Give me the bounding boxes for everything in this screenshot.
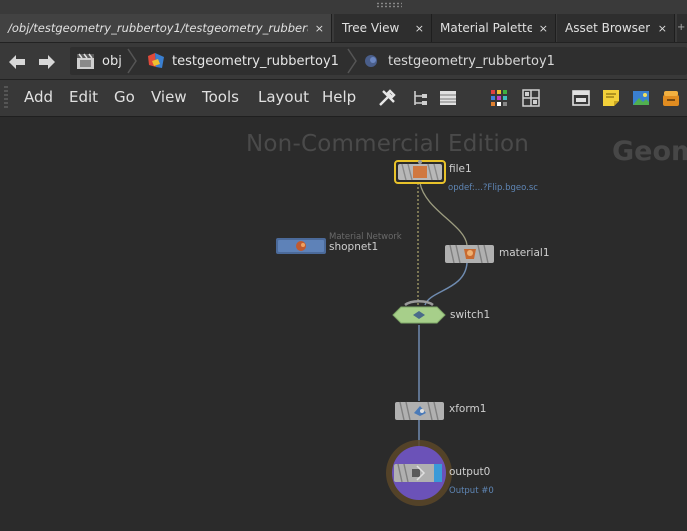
breadcrumb-label: testgeometry_rubbertoy1 [172,53,339,69]
tab-material-palette[interactable]: Material Palette × [432,14,556,42]
background-image-icon[interactable] [631,88,651,108]
menu-view[interactable]: View [151,88,187,106]
asset-cache-icon[interactable] [661,88,681,108]
pane-drag-handle[interactable] [376,2,402,8]
menu-layout[interactable]: Layout [258,88,309,106]
color-palette-icon[interactable] [489,88,509,108]
close-icon[interactable]: × [532,22,555,35]
node-file1[interactable] [394,160,446,184]
node-label: xform1 [449,403,487,415]
node-label: material1 [499,247,550,259]
menu-bar: Add Edit Go View Tools Layout Help [0,80,687,117]
network-box-icon[interactable] [571,88,591,108]
list-view-icon[interactable] [438,88,458,108]
node-comment: Output #0 [449,486,494,496]
network-editor[interactable] [0,117,687,531]
tab-tree-view[interactable]: Tree View × [334,14,432,42]
breadcrumb-obj[interactable]: obj [76,47,122,75]
tab-asset-browser[interactable]: Asset Browser × [557,14,675,42]
node-comment: opdef:...?Flip.bgeo.sc [448,183,538,193]
breadcrumb-current[interactable]: testgeometry_rubbertoy1 [362,47,555,75]
menu-go[interactable]: Go [114,88,135,106]
clapperboard-icon [76,52,96,70]
tab-label: Tree View [342,21,400,35]
add-tab-button[interactable]: + [677,14,687,42]
chevron-right-icon [127,48,137,74]
menu-edit[interactable]: Edit [69,88,98,106]
breadcrumb-label: obj [102,53,122,69]
node-material1[interactable] [444,244,496,264]
node-output0[interactable] [384,438,454,508]
breadcrumb-label: testgeometry_rubbertoy1 [388,53,555,69]
tab-label: Asset Browser [565,21,651,35]
node-label: switch1 [450,309,491,321]
node-switch1[interactable] [391,299,447,327]
close-icon[interactable]: × [408,22,431,35]
non-commercial-watermark: Non-Commercial Edition [246,131,530,157]
breadcrumb-geometry[interactable]: testgeometry_rubbertoy1 [146,47,339,75]
node-label: shopnet1 [329,241,379,253]
node-label: output0 [449,466,491,478]
tree-layout-icon[interactable] [410,88,430,108]
arrow-right-icon[interactable] [36,51,58,73]
chevron-right-icon [347,48,357,74]
close-icon[interactable]: × [651,22,674,35]
grid-view-icon[interactable] [521,88,541,108]
geometry-object-icon [146,52,166,70]
node-shopnet1[interactable] [276,238,328,256]
node-xform1[interactable] [394,401,446,421]
menu-add[interactable]: Add [24,88,53,106]
sop-network-icon [362,52,382,70]
path-bar: obj testgeometry_rubbertoy1 testgeometry… [0,43,687,80]
node-label: file1 [449,163,472,175]
tab-network-path[interactable]: /obj/testgeometry_rubbertoy1/testgeometr… [0,14,332,42]
tab-label: Material Palette [440,21,532,35]
toolbar-handle[interactable] [4,86,8,110]
sticky-note-icon[interactable] [601,88,621,108]
breadcrumb: obj testgeometry_rubbertoy1 testgeometry… [70,47,687,75]
arrow-left-icon[interactable] [6,51,28,73]
menu-tools[interactable]: Tools [202,88,239,106]
menu-help[interactable]: Help [322,88,356,106]
network-context-label: Geom [612,136,687,167]
wrench-icon[interactable] [377,88,397,108]
close-icon[interactable]: × [308,22,331,35]
pane-tab-bar: /obj/testgeometry_rubbertoy1/testgeometr… [0,0,687,43]
tab-label: /obj/testgeometry_rubbertoy1/testgeometr… [8,21,308,35]
